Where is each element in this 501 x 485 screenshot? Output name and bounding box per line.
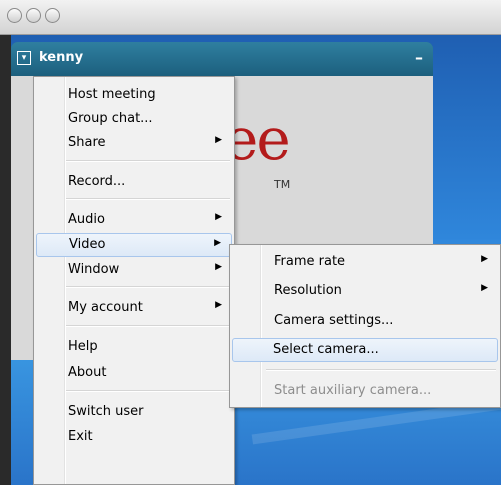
menu-item-help[interactable]: Help xyxy=(36,335,232,359)
submenu-arrow-icon: ▶ xyxy=(215,135,222,145)
trademark-mark: TM xyxy=(274,178,291,191)
menu-item-label: Group chat... xyxy=(68,111,153,126)
menu-item-label: Exit xyxy=(68,429,93,444)
submenu-arrow-icon: ▶ xyxy=(214,238,221,248)
menu-item-exit[interactable]: Exit xyxy=(36,425,232,449)
menu-item-label: Frame rate xyxy=(274,254,346,269)
menu-item-record[interactable]: Record... xyxy=(36,170,232,194)
main-menu: Host meeting Group chat... Share ▶ Recor… xyxy=(33,76,235,485)
submenu-item-select-camera[interactable]: Select camera... xyxy=(232,338,498,362)
menu-item-label: About xyxy=(68,365,107,380)
submenu-item-start-auxiliary-camera: Start auxiliary camera... xyxy=(232,379,498,403)
menu-separator xyxy=(66,160,230,162)
menu-item-label: Audio xyxy=(68,212,105,227)
submenu-arrow-icon: ▶ xyxy=(481,254,488,264)
submenu-arrow-icon: ▶ xyxy=(215,300,222,310)
menu-separator xyxy=(66,286,230,288)
menu-item-label: Resolution xyxy=(274,283,342,298)
menu-dropdown-icon[interactable]: ▾ xyxy=(17,51,31,65)
menu-item-label: Window xyxy=(68,262,120,277)
menu-item-label: My account xyxy=(68,300,143,315)
submenu-item-resolution[interactable]: Resolution ▶ xyxy=(232,279,498,303)
submenu-arrow-icon: ▶ xyxy=(481,283,488,293)
minimize-window-icon[interactable] xyxy=(26,8,41,23)
menu-item-label: Host meeting xyxy=(68,87,156,102)
close-window-icon[interactable] xyxy=(7,8,22,23)
menu-item-label: Select camera... xyxy=(273,342,379,357)
menu-item-label: Camera settings... xyxy=(274,313,394,328)
video-submenu: Frame rate ▶ Resolution ▶ Camera setting… xyxy=(229,244,501,408)
menu-separator xyxy=(66,325,230,327)
menu-item-window[interactable]: Window ▶ xyxy=(36,258,232,282)
user-name-title: kenny xyxy=(39,50,84,65)
submenu-item-camera-settings[interactable]: Camera settings... xyxy=(232,309,498,333)
app-header: ▾ kenny – xyxy=(11,42,433,76)
menu-item-label: Start auxiliary camera... xyxy=(274,383,432,398)
menu-item-group-chat[interactable]: Group chat... xyxy=(36,107,232,131)
submenu-item-frame-rate[interactable]: Frame rate ▶ xyxy=(232,250,498,274)
minimize-icon[interactable]: – xyxy=(415,48,423,67)
menu-separator xyxy=(66,198,230,200)
menu-item-label: Record... xyxy=(68,174,126,189)
menu-item-label: Video xyxy=(69,237,106,252)
menu-separator xyxy=(266,369,496,371)
menu-item-my-account[interactable]: My account ▶ xyxy=(36,296,232,320)
submenu-arrow-icon: ▶ xyxy=(215,212,222,222)
window-side-edge xyxy=(0,35,11,485)
menu-item-about[interactable]: About xyxy=(36,361,232,385)
menu-item-label: Help xyxy=(68,339,98,354)
menu-item-video[interactable]: Video ▶ xyxy=(36,233,232,257)
menu-item-switch-user[interactable]: Switch user xyxy=(36,400,232,424)
window-titlebar xyxy=(0,0,501,35)
menu-item-audio[interactable]: Audio ▶ xyxy=(36,208,232,232)
menu-item-share[interactable]: Share ▶ xyxy=(36,131,232,155)
menu-item-host-meeting[interactable]: Host meeting xyxy=(36,83,232,107)
submenu-arrow-icon: ▶ xyxy=(215,262,222,272)
zoom-window-icon[interactable] xyxy=(45,8,60,23)
menu-item-label: Share xyxy=(68,135,106,150)
menu-separator xyxy=(66,390,230,392)
menu-item-label: Switch user xyxy=(68,404,144,419)
